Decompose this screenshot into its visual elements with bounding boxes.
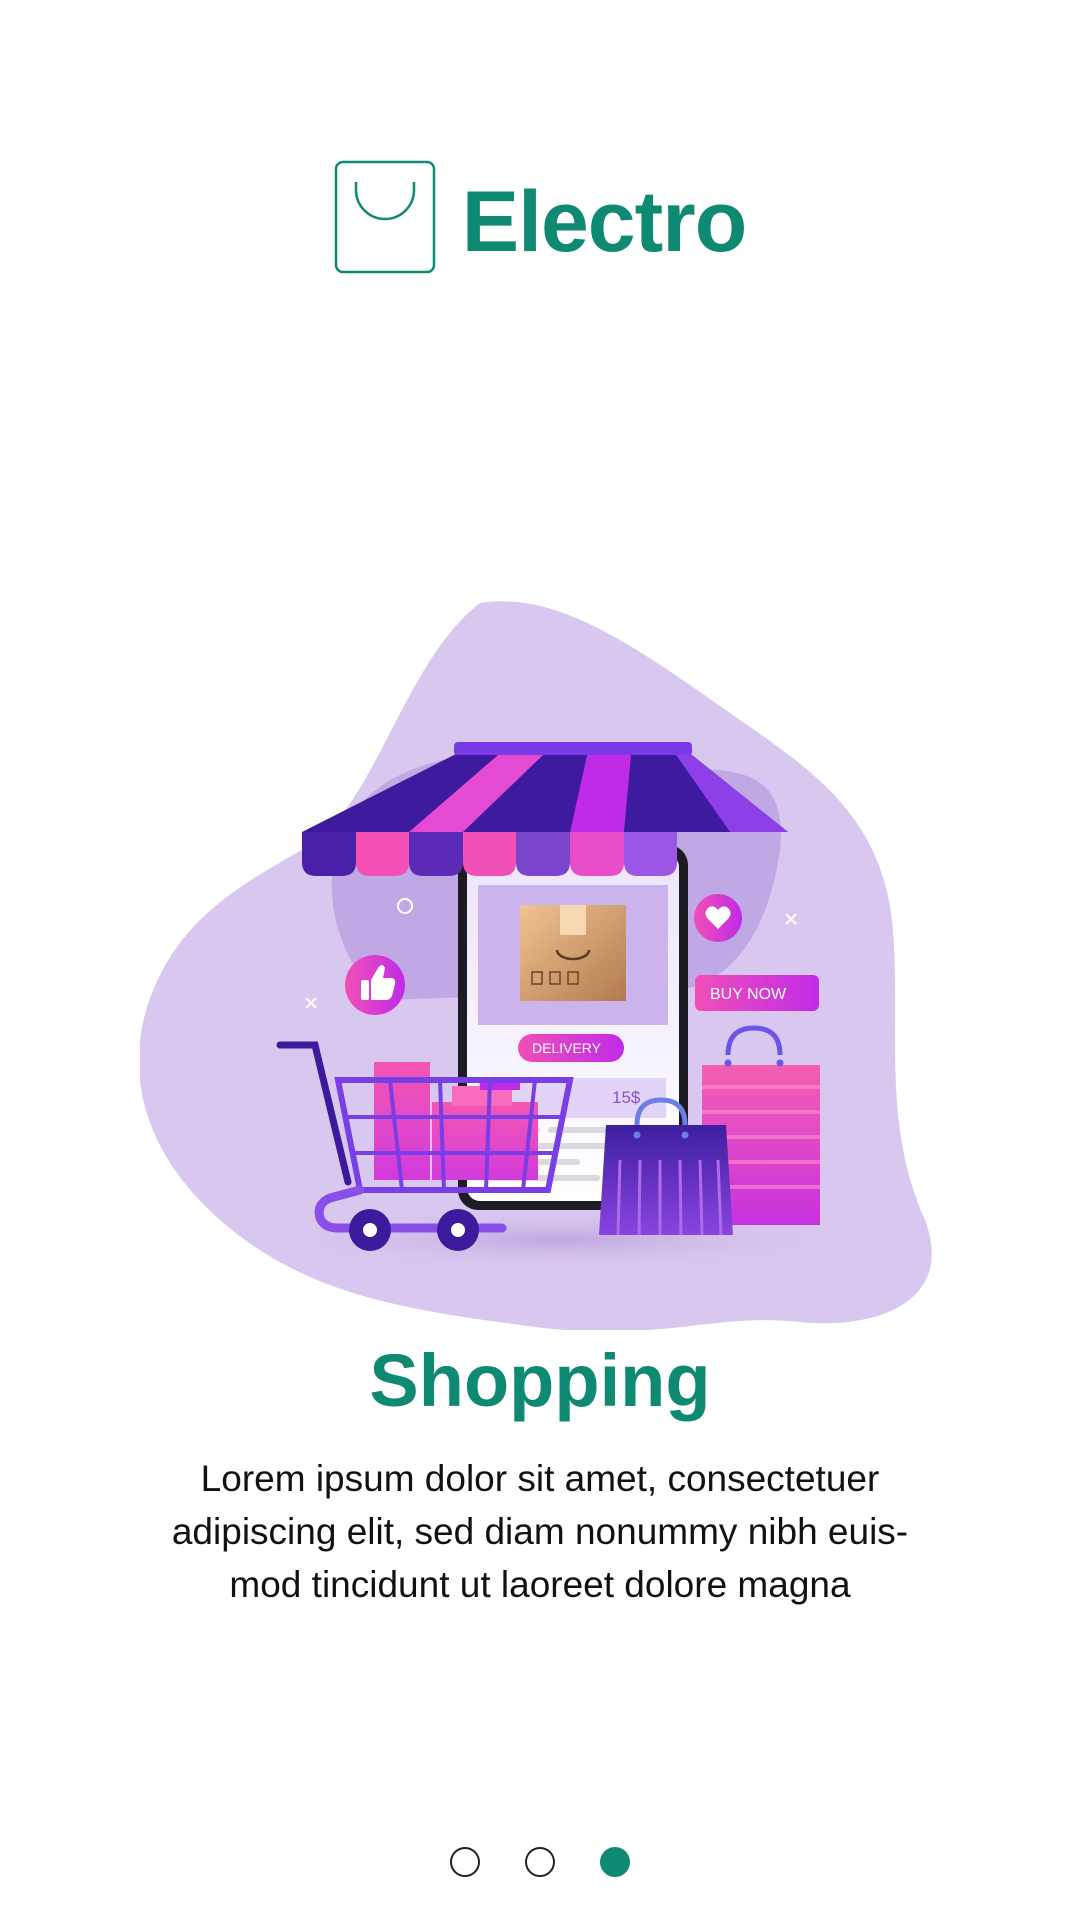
buy-now-badge: BUY NOW	[695, 975, 819, 1011]
page-indicator	[0, 1847, 1080, 1877]
buy-now-label: BUY NOW	[710, 986, 787, 1003]
hero-illustration: DELIVERY 15$ BUY NOW	[140, 600, 940, 1330]
onboarding-description: Lorem ipsum dolor sit amet, consectetuer…	[171, 1458, 909, 1605]
brand-header: Electro	[0, 158, 1080, 276]
parcel-box-icon	[520, 905, 626, 1001]
page-dot-3-active[interactable]	[600, 1847, 630, 1877]
onboarding-title: Shopping	[369, 1339, 711, 1422]
shopping-illustration: DELIVERY 15$ BUY NOW	[140, 601, 932, 1330]
page-dot-1[interactable]	[450, 1847, 480, 1877]
app-name: Electro	[461, 174, 748, 270]
heart-icon	[694, 894, 742, 942]
thumbs-up-icon	[345, 955, 405, 1015]
shopping-bag-outline-icon	[334, 160, 435, 274]
price-label: 15$	[612, 1088, 641, 1107]
delivery-badge: DELIVERY	[518, 1034, 624, 1062]
page-dot-2[interactable]	[525, 1847, 555, 1877]
delivery-label: DELIVERY	[532, 1040, 602, 1056]
